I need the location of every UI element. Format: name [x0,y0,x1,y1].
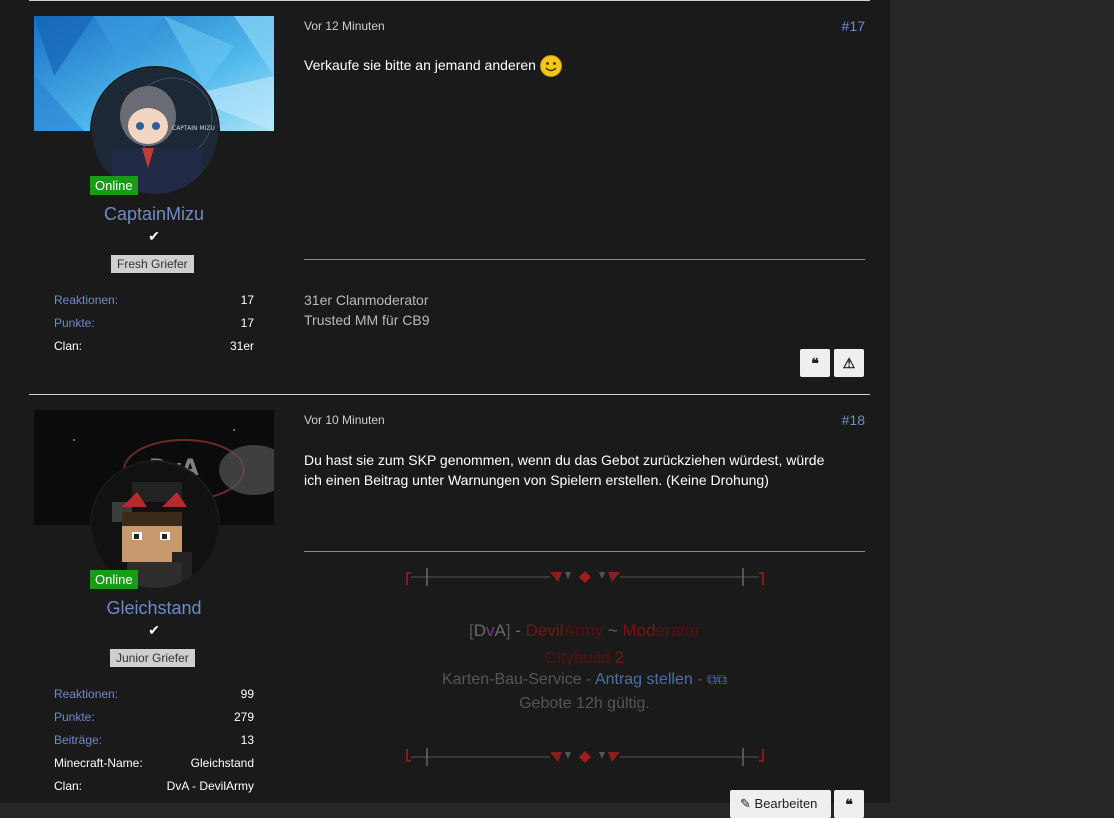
right-background [890,0,1114,803]
stat-label[interactable]: Reaktionen: [54,687,118,701]
sig-dash: - [510,621,526,640]
stat-value: 17 [240,293,254,307]
sig-dash: - [581,671,595,688]
application-link[interactable]: Antrag stellen [595,671,693,688]
sig-erator: erator [655,621,701,640]
stat-label[interactable]: Reaktionen: [54,293,118,307]
stat-label: Clan: [54,339,83,353]
signature-divider [304,551,865,552]
stat-value: 279 [233,710,254,724]
stat-minecraft-name: Minecraft-Name: Gleichstand [54,756,254,772]
stat-reactions: Reaktionen: 99 [54,687,254,703]
signature-ornament-bottom [406,748,764,766]
signature-title: [DvA] - DevilArmy ~ Moderator [304,617,865,644]
sig-tilde: ~ [603,621,623,640]
signature-note: Gebote 12h gültig. [519,695,650,712]
sig-army: Army [563,621,604,640]
post-separator [29,0,870,1]
stat-value: Gleichstand [190,756,254,770]
signature-line: Trusted MM für CB9 [304,312,430,328]
stat-label: Minecraft-Name: [54,756,143,770]
stat-label[interactable]: Punkte: [54,710,95,724]
post-timestamp[interactable]: Vor 12 Minuten [304,19,385,33]
pencil-icon: ✎ [740,796,751,811]
stat-value: 31er [229,339,254,353]
sig-citybuild: Citybuild [544,648,610,667]
quote-button[interactable]: ❝ [834,790,864,818]
sig-dash: - [692,671,703,688]
rank-badge: Junior Griefer [110,649,195,667]
rank-badge: Fresh Griefer [111,255,194,273]
warning-icon: ⚠ [842,355,856,371]
avatar-text: CAPTAIN MIZU [172,125,215,132]
post-message: Verkaufe sie bitte an jemand anderen [304,55,864,78]
sig-number: 2 [614,648,625,667]
signature-line: 31er Clanmoderator [304,292,429,308]
post-message: Du hast sie zum SKP genommen, wenn du da… [304,450,864,490]
sig-mod: Mod [622,621,656,640]
online-badge: Online [90,176,138,195]
signature-ornament-top [406,568,764,586]
username-link[interactable]: Gleichstand [34,598,274,619]
sig-devil: Devil [525,621,564,640]
stat-clan: Clan: 31er [54,339,254,355]
stat-value: 17 [240,316,254,330]
post-message-line: Du hast sie zum SKP genommen, wenn du da… [304,452,825,468]
quote-button[interactable]: ❝ [800,349,830,377]
online-badge: Online [90,570,138,589]
stat-posts: Beiträge: 13 [54,733,254,749]
post-message-line: ich einen Beitrag unter Warnungen von Sp… [304,472,769,488]
sig-service: Karten-Bau-Service [441,671,582,688]
stat-value: DvA - DevilArmy [166,779,254,793]
report-button[interactable]: ⚠ [834,349,864,377]
edit-label: Bearbeiten [754,796,818,811]
post-timestamp[interactable]: Vor 10 Minuten [304,413,385,427]
external-link-icon[interactable]: ⧉ [717,671,727,687]
edit-button[interactable]: ✎ Bearbeiten [730,790,831,818]
stat-value: 13 [240,733,254,747]
stat-label[interactable]: Punkte: [54,316,95,330]
stat-reactions: Reaktionen: 17 [54,293,254,309]
external-link-icon[interactable]: ⧉ [707,671,717,687]
signature-citybuild: Citybuild 2 [304,644,865,671]
signature: 31er Clanmoderator Trusted MM für CB9 [304,290,430,330]
sig-d: D [473,621,486,640]
post-number-link[interactable]: #17 [842,18,865,34]
checkmark-icon: ✔ [148,228,160,244]
stat-value: 99 [240,687,254,701]
post-message-text: Verkaufe sie bitte an jemand anderen [304,57,536,73]
post-18: DvA Online Gleichstand ✔ Junior Griefer … [29,410,870,818]
smiley-icon [539,55,562,78]
quote-icon: ❝ [845,796,853,812]
post-separator [29,394,870,395]
username-link[interactable]: CaptainMizu [34,204,274,225]
stat-clan: Clan: DvA - DevilArmy [54,779,254,795]
stat-points: Punkte: 279 [54,710,254,726]
signature-divider [304,259,865,260]
post-17: CAPTAIN MIZU Online CaptainMizu ✔ Fresh … [29,16,870,386]
post-number-link[interactable]: #18 [842,412,865,428]
stat-label: Clan: [54,779,83,793]
stat-label[interactable]: Beiträge: [54,733,102,747]
sig-a: A [494,621,506,640]
signature-service: Karten-Bau-Service - Antrag stellen - ⧉⧉ [304,668,865,691]
checkmark-icon: ✔ [148,622,160,638]
stat-points: Punkte: 17 [54,316,254,332]
quote-icon: ❝ [811,355,819,371]
